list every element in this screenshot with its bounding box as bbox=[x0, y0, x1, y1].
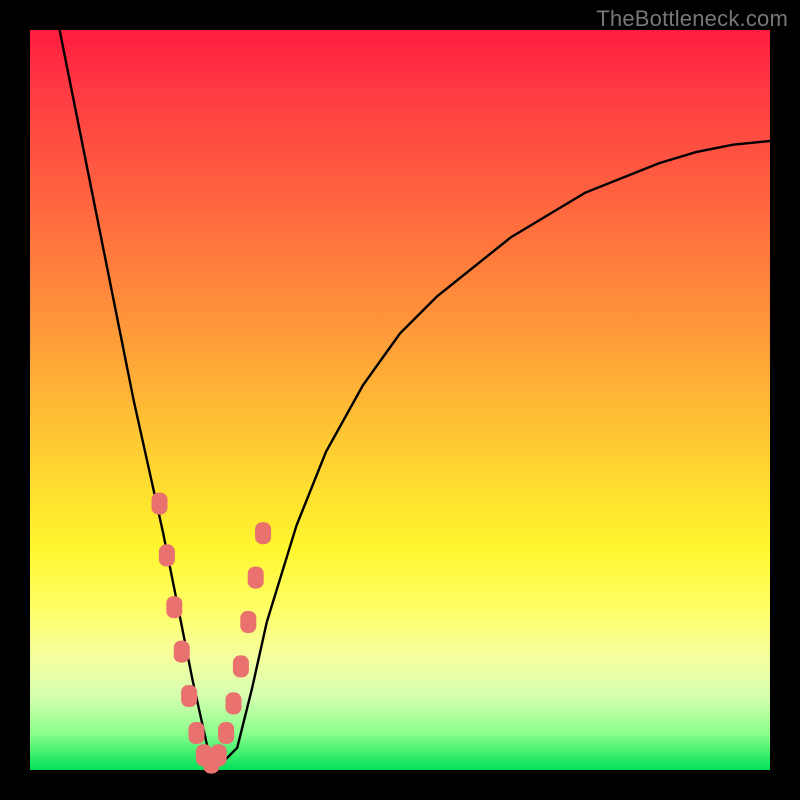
marker-point bbox=[181, 685, 197, 707]
marker-point bbox=[159, 544, 175, 566]
curve-svg bbox=[30, 30, 770, 770]
marker-point bbox=[240, 611, 256, 633]
marker-point bbox=[152, 493, 168, 515]
marker-point bbox=[166, 596, 182, 618]
marker-point bbox=[211, 744, 227, 766]
marker-point bbox=[255, 522, 271, 544]
outer-frame: TheBottleneck.com bbox=[0, 0, 800, 800]
marker-group bbox=[152, 493, 272, 774]
marker-point bbox=[248, 567, 264, 589]
bottleneck-curve-path bbox=[60, 30, 770, 763]
marker-point bbox=[174, 641, 190, 663]
marker-point bbox=[233, 655, 249, 677]
marker-point bbox=[218, 722, 234, 744]
plot-area bbox=[30, 30, 770, 770]
watermark-text: TheBottleneck.com bbox=[596, 6, 788, 32]
marker-point bbox=[226, 692, 242, 714]
marker-point bbox=[189, 722, 205, 744]
